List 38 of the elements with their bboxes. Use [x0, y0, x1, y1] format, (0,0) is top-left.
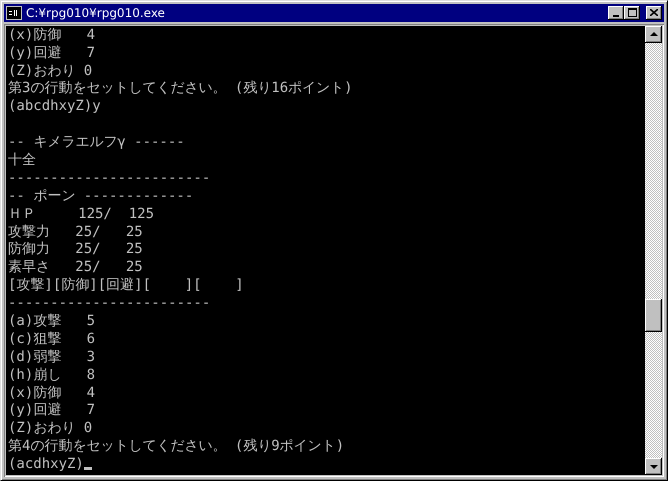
scroll-thumb[interactable]: [645, 298, 662, 332]
console-line: -- ポーン -------------: [8, 188, 194, 204]
console-line: 第3の行動をセットしてください。 (残り16ポイント): [8, 80, 353, 96]
close-icon: [650, 9, 658, 16]
console-line: (x)防御 4: [8, 384, 96, 401]
console-line: 第4の行動をセットしてください。 (残り9ポイント): [8, 438, 344, 454]
maximize-button[interactable]: [624, 6, 640, 20]
console-line: ------------------------: [8, 295, 210, 312]
minimize-icon: [613, 14, 619, 17]
close-button[interactable]: [646, 6, 662, 20]
maximize-icon: [628, 8, 636, 18]
console-line: (Z)おわり 0: [8, 420, 92, 436]
scroll-up-button[interactable]: [645, 26, 662, 43]
scroll-down-button[interactable]: [645, 458, 662, 475]
console-line: (x)防御 4: [8, 26, 96, 43]
console-line: (d)弱撃 3: [8, 348, 96, 365]
console-line: (y)回避 7: [8, 44, 96, 61]
console-line: 攻撃力 25/ 25: [8, 224, 143, 240]
console-line: -- キメラエルフγ ------: [8, 134, 185, 150]
up-arrow-icon: [650, 32, 658, 36]
console-icon: [6, 6, 22, 20]
console-line: ------------------------: [8, 170, 210, 186]
console-line: ＨＰ 125/ 125: [8, 206, 154, 222]
console-line: (c)狙撃 6: [8, 330, 96, 347]
console-line: (abcdhxyZ)y: [8, 98, 101, 114]
minimize-button[interactable]: [608, 6, 624, 20]
scrollbar[interactable]: [645, 26, 662, 475]
console-line: 十全: [8, 152, 36, 168]
console-line: (a)攻撃 5: [8, 312, 96, 329]
console-line: (Z)おわり 0: [8, 62, 92, 79]
console-line: 防御力 25/ 25: [8, 241, 143, 258]
console-line: 素早さ 25/ 25: [8, 259, 143, 276]
console-line: [攻撃][防御][回避][ ][ ]: [8, 277, 244, 294]
console-line: (y)回避 7: [8, 402, 96, 418]
window-title: C:¥rpg010¥rpg010.exe: [26, 6, 166, 20]
console-line: (h)崩し 8: [8, 366, 96, 383]
down-arrow-icon: [650, 464, 658, 468]
console-line: (acdhxyZ): [8, 456, 84, 472]
